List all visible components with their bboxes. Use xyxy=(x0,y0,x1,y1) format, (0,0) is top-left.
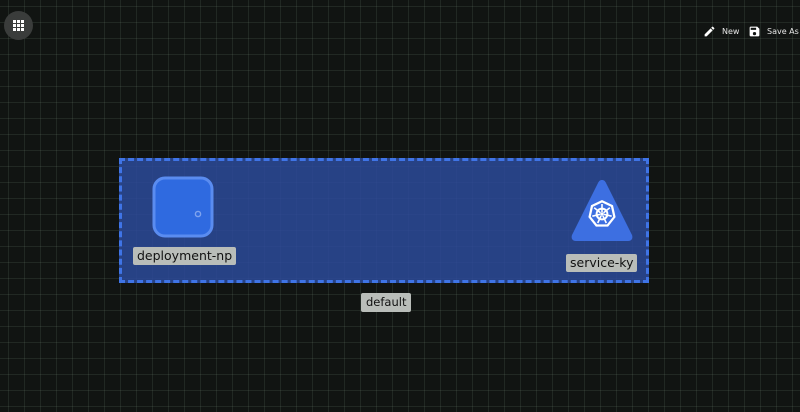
save-as-button[interactable]: Save As xyxy=(748,22,799,40)
grid-icon xyxy=(13,20,24,31)
kubernetes-service-icon xyxy=(571,180,633,241)
new-button[interactable]: New xyxy=(703,22,739,40)
deployment-node-label: deployment-np xyxy=(133,247,237,265)
save-as-button-label: Save As xyxy=(767,26,799,36)
apps-menu-button[interactable] xyxy=(4,11,33,40)
service-node[interactable] xyxy=(568,178,636,246)
new-button-label: New xyxy=(722,26,740,36)
service-node-label: service-ky xyxy=(566,254,638,272)
pencil-icon xyxy=(704,26,715,36)
deployment-node[interactable] xyxy=(152,176,214,238)
floppy-disk-icon xyxy=(749,26,760,36)
namespace-label: default xyxy=(361,293,412,312)
rounded-square-icon xyxy=(152,176,214,238)
